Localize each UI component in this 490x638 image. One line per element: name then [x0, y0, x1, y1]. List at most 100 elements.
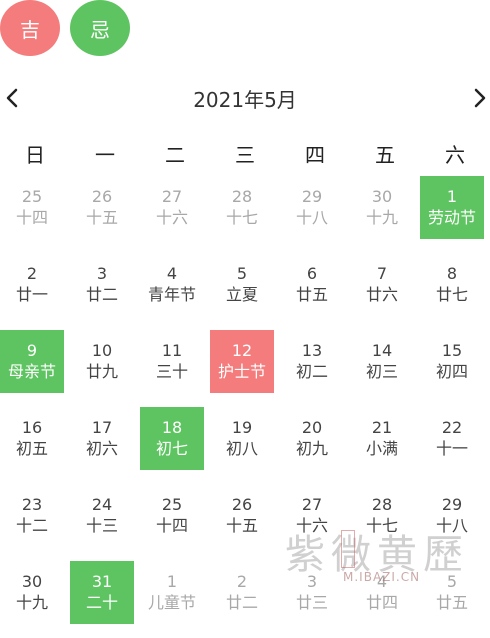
- day-cell[interactable]: 26 十五: [210, 484, 280, 561]
- day-cell-box: 29 十八: [280, 176, 344, 239]
- weekday-label: 日: [25, 143, 45, 167]
- day-cell[interactable]: 15 初四: [420, 330, 490, 407]
- day-number: 16: [21, 417, 43, 437]
- day-cell[interactable]: 1 儿童节: [140, 561, 210, 638]
- weekday-label: 二: [165, 143, 185, 167]
- day-cell[interactable]: 4 青年节: [140, 253, 210, 330]
- day-number: 26: [91, 186, 113, 206]
- day-number: 14: [371, 340, 393, 360]
- day-number: 15: [441, 340, 463, 360]
- day-cell[interactable]: 14 初三: [350, 330, 420, 407]
- day-cell[interactable]: 12 护士节: [210, 330, 280, 407]
- day-lunar-label: 十六: [155, 207, 188, 227]
- day-number: 26: [231, 494, 253, 514]
- day-cell[interactable]: 9 母亲节: [0, 330, 70, 407]
- day-lunar-label: 廿九: [85, 361, 118, 381]
- day-cell[interactable]: 24 十三: [70, 484, 140, 561]
- day-cell[interactable]: 26 十五: [70, 176, 140, 253]
- day-cell[interactable]: 30 十九: [0, 561, 70, 638]
- day-cell[interactable]: 21 小满: [350, 407, 420, 484]
- day-cell[interactable]: 4 廿四: [350, 561, 420, 638]
- auspicious-badge[interactable]: 吉: [0, 0, 60, 56]
- day-cell[interactable]: 30 十九: [350, 176, 420, 253]
- day-lunar-label: 初八: [225, 438, 258, 458]
- day-cell-box: 5 廿五: [420, 561, 484, 624]
- day-cell[interactable]: 16 初五: [0, 407, 70, 484]
- day-cell[interactable]: 23 十二: [0, 484, 70, 561]
- day-cell-box: 26 十五: [70, 176, 134, 239]
- day-cell[interactable]: 1 劳动节: [420, 176, 490, 253]
- day-number: 2: [26, 263, 38, 283]
- day-cell[interactable]: 28 十七: [210, 176, 280, 253]
- day-lunar-label: 护士节: [217, 361, 266, 381]
- next-month-button[interactable]: [468, 86, 490, 110]
- day-lunar-label: 十五: [85, 207, 118, 227]
- day-lunar-label: 十四: [155, 515, 188, 535]
- day-cell[interactable]: 2 廿二: [210, 561, 280, 638]
- day-number: 7: [376, 263, 388, 283]
- day-lunar-label: 初六: [85, 438, 118, 458]
- day-lunar-label: 十四: [15, 207, 48, 227]
- day-lunar-label: 十八: [295, 207, 328, 227]
- day-cell[interactable]: 6 廿五: [280, 253, 350, 330]
- day-cell[interactable]: 11 三十: [140, 330, 210, 407]
- day-cell-box: 30 十九: [0, 561, 64, 624]
- chevron-left-icon: [6, 88, 18, 108]
- day-cell-box: 22 十一: [420, 407, 484, 470]
- day-cell[interactable]: 8 廿七: [420, 253, 490, 330]
- day-number: 5: [446, 571, 458, 591]
- day-cell[interactable]: 25 十四: [140, 484, 210, 561]
- avoid-badge[interactable]: 忌: [70, 0, 130, 56]
- day-lunar-label: 立夏: [225, 284, 258, 304]
- day-number: 5: [236, 263, 248, 283]
- day-cell[interactable]: 29 十八: [420, 484, 490, 561]
- day-cell[interactable]: 10 廿九: [70, 330, 140, 407]
- day-cell[interactable]: 27 十六: [280, 484, 350, 561]
- day-cell[interactable]: 27 十六: [140, 176, 210, 253]
- day-cell-box: 24 十三: [70, 484, 134, 547]
- day-lunar-label: 十七: [225, 207, 258, 227]
- day-cell[interactable]: 20 初九: [280, 407, 350, 484]
- day-lunar-label: 廿二: [225, 592, 258, 612]
- day-cell[interactable]: 3 廿二: [70, 253, 140, 330]
- day-cell[interactable]: 2 廿一: [0, 253, 70, 330]
- day-lunar-label: 廿七: [435, 284, 468, 304]
- day-number: 4: [166, 263, 178, 283]
- day-cell[interactable]: 22 十一: [420, 407, 490, 484]
- day-cell[interactable]: 18 初七: [140, 407, 210, 484]
- day-number: 29: [441, 494, 463, 514]
- day-cell-box: 8 廿七: [420, 253, 484, 316]
- day-lunar-label: 三十: [155, 361, 188, 381]
- day-cell[interactable]: 25 十四: [0, 176, 70, 253]
- day-lunar-label: 小满: [365, 438, 398, 458]
- day-lunar-label: 初五: [15, 438, 48, 458]
- day-cell-box: 19 初八: [210, 407, 274, 470]
- day-number: 11: [161, 340, 183, 360]
- day-cell[interactable]: 5 立夏: [210, 253, 280, 330]
- day-cell[interactable]: 29 十八: [280, 176, 350, 253]
- day-lunar-label: 十七: [365, 515, 398, 535]
- weekday-label: 四: [305, 143, 325, 167]
- day-cell-box: 15 初四: [420, 330, 484, 393]
- day-cell-box: 23 十二: [0, 484, 64, 547]
- day-lunar-label: 初九: [295, 438, 328, 458]
- day-cell-box: 31 二十: [70, 561, 134, 624]
- day-cell[interactable]: 13 初二: [280, 330, 350, 407]
- day-lunar-label: 二十: [85, 592, 118, 612]
- weekday-header: 日 一 二 三 四 五 六: [0, 140, 490, 170]
- day-cell[interactable]: 17 初六: [70, 407, 140, 484]
- day-cell[interactable]: 7 廿六: [350, 253, 420, 330]
- day-cell[interactable]: 3 廿三: [280, 561, 350, 638]
- day-number: 3: [96, 263, 108, 283]
- day-lunar-label: 廿五: [295, 284, 328, 304]
- day-cell-box: 1 儿童节: [140, 561, 204, 624]
- day-number: 20: [301, 417, 323, 437]
- day-number: 12: [231, 340, 253, 360]
- day-cell[interactable]: 31 二十: [70, 561, 140, 638]
- day-cell[interactable]: 5 廿五: [420, 561, 490, 638]
- day-cell-box: 21 小满: [350, 407, 414, 470]
- day-cell[interactable]: 28 十七: [350, 484, 420, 561]
- day-number: 6: [306, 263, 318, 283]
- day-cell[interactable]: 19 初八: [210, 407, 280, 484]
- prev-month-button[interactable]: [0, 86, 24, 110]
